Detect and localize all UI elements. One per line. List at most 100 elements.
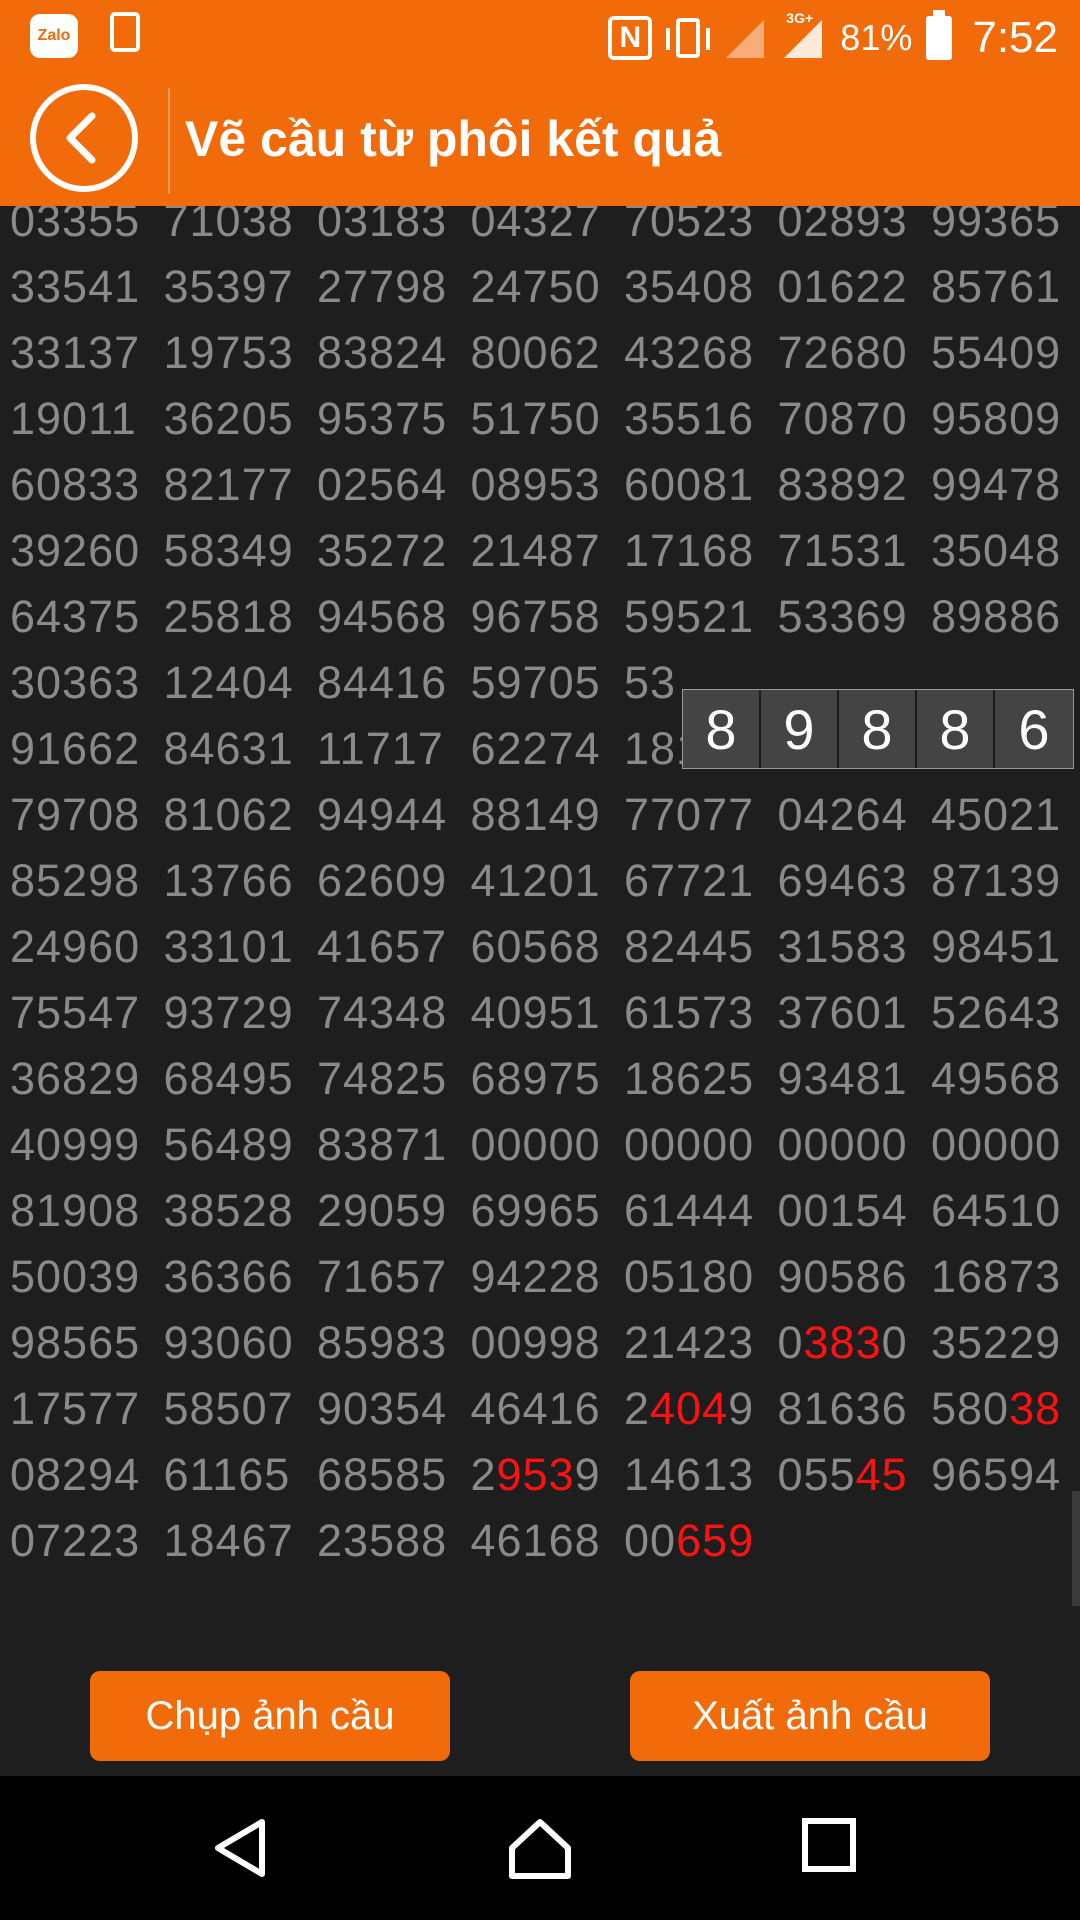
grid-cell[interactable]: 21423 xyxy=(624,1310,774,1376)
grid-cell[interactable]: 93481 xyxy=(778,1046,928,1112)
grid-cell[interactable]: 31583 xyxy=(778,914,928,980)
grid-cell[interactable]: 79708 xyxy=(10,782,160,848)
grid-cell[interactable]: 00998 xyxy=(471,1310,621,1376)
grid-cell[interactable]: 40951 xyxy=(471,980,621,1046)
grid-cell[interactable]: 83892 xyxy=(778,452,928,518)
grid-cell[interactable]: 77077 xyxy=(624,782,774,848)
grid-cell[interactable]: 43268 xyxy=(624,320,774,386)
grid-cell[interactable]: 08294 xyxy=(10,1442,160,1508)
grid-cell[interactable]: 99365 xyxy=(931,206,1080,254)
grid-cell[interactable]: 60833 xyxy=(10,452,160,518)
scrollbar[interactable] xyxy=(1072,1491,1080,1606)
grid-cell[interactable]: 36829 xyxy=(10,1046,160,1112)
grid-cell[interactable]: 14613 xyxy=(624,1442,774,1508)
grid-cell[interactable]: 71657 xyxy=(317,1244,467,1310)
grid-cell[interactable]: 61573 xyxy=(624,980,774,1046)
grid-cell[interactable]: 17577 xyxy=(10,1376,160,1442)
nav-back-icon[interactable] xyxy=(210,1816,270,1880)
grid-cell[interactable]: 90586 xyxy=(778,1244,928,1310)
grid-cell[interactable]: 80062 xyxy=(471,320,621,386)
grid-cell[interactable]: 70523 xyxy=(624,206,774,254)
grid-cell[interactable]: 33137 xyxy=(10,320,160,386)
grid-cell[interactable]: 83871 xyxy=(317,1112,467,1178)
grid-cell[interactable]: 24049 xyxy=(624,1376,774,1442)
grid-cell[interactable]: 96594 xyxy=(931,1442,1080,1508)
grid-cell[interactable]: 04264 xyxy=(778,782,928,848)
grid-cell[interactable]: 27798 xyxy=(317,254,467,320)
grid-cell[interactable]: 81908 xyxy=(10,1178,160,1244)
grid-cell[interactable]: 62274 xyxy=(471,716,621,782)
grid-cell[interactable]: 46168 xyxy=(471,1508,621,1574)
grid-cell[interactable]: 00000 xyxy=(624,1112,774,1178)
grid-cell[interactable]: 94228 xyxy=(471,1244,621,1310)
grid-cell[interactable]: 19753 xyxy=(164,320,314,386)
grid-cell[interactable]: 68585 xyxy=(317,1442,467,1508)
grid-cell[interactable]: 38528 xyxy=(164,1178,314,1244)
grid-cell[interactable]: 88149 xyxy=(471,782,621,848)
grid-cell[interactable]: 41657 xyxy=(317,914,467,980)
grid-cell[interactable]: 03183 xyxy=(317,206,467,254)
grid-cell[interactable]: 00000 xyxy=(778,1112,928,1178)
grid-cell[interactable]: 74348 xyxy=(317,980,467,1046)
grid-cell[interactable]: 02564 xyxy=(317,452,467,518)
grid-cell[interactable]: 90354 xyxy=(317,1376,467,1442)
grid-cell[interactable]: 68975 xyxy=(471,1046,621,1112)
back-button[interactable] xyxy=(30,84,138,192)
grid-cell[interactable]: 17168 xyxy=(624,518,774,584)
grid-cell[interactable]: 60081 xyxy=(624,452,774,518)
grid-cell[interactable]: 89886 xyxy=(931,584,1080,650)
grid-cell[interactable]: 13766 xyxy=(164,848,314,914)
grid-cell[interactable]: 02893 xyxy=(778,206,928,254)
grid-cell[interactable]: 33101 xyxy=(164,914,314,980)
grid-cell[interactable]: 98451 xyxy=(931,914,1080,980)
grid-cell[interactable]: 23588 xyxy=(317,1508,467,1574)
grid-cell[interactable]: 35048 xyxy=(931,518,1080,584)
grid-cell[interactable]: 68495 xyxy=(164,1046,314,1112)
grid-cell[interactable]: 19011 xyxy=(10,386,160,452)
grid-cell[interactable]: 39260 xyxy=(10,518,160,584)
grid-cell[interactable]: 81062 xyxy=(164,782,314,848)
grid-cell[interactable]: 03830 xyxy=(778,1310,928,1376)
grid-cell[interactable]: 35516 xyxy=(624,386,774,452)
grid-cell[interactable]: 99478 xyxy=(931,452,1080,518)
overlay-digit[interactable]: 9 xyxy=(761,690,839,768)
grid-cell[interactable]: 25818 xyxy=(164,584,314,650)
grid-cell[interactable]: 08953 xyxy=(471,452,621,518)
grid-cell[interactable]: 93729 xyxy=(164,980,314,1046)
grid-cell[interactable]: 61165 xyxy=(164,1442,314,1508)
grid-cell[interactable]: 52643 xyxy=(931,980,1080,1046)
overlay-digit[interactable]: 8 xyxy=(683,690,761,768)
grid-cell[interactable]: 35272 xyxy=(317,518,467,584)
grid-cell[interactable]: 35229 xyxy=(931,1310,1080,1376)
grid-cell[interactable]: 30363 xyxy=(10,650,160,716)
grid-cell[interactable]: 67721 xyxy=(624,848,774,914)
grid-cell[interactable]: 00154 xyxy=(778,1178,928,1244)
grid-cell[interactable]: 33541 xyxy=(10,254,160,320)
grid-cell[interactable]: 58038 xyxy=(931,1376,1080,1442)
grid-cell[interactable]: 95809 xyxy=(931,386,1080,452)
grid-cell[interactable]: 03355 xyxy=(10,206,160,254)
grid-cell[interactable]: 56489 xyxy=(164,1112,314,1178)
grid-cell[interactable]: 12404 xyxy=(164,650,314,716)
grid-cell[interactable]: 87139 xyxy=(931,848,1080,914)
grid-cell[interactable]: 36205 xyxy=(164,386,314,452)
overlay-digit[interactable]: 8 xyxy=(917,690,995,768)
grid-cell[interactable]: 84631 xyxy=(164,716,314,782)
grid-cell[interactable]: 24960 xyxy=(10,914,160,980)
grid-cell[interactable]: 72680 xyxy=(778,320,928,386)
grid-cell[interactable]: 18625 xyxy=(624,1046,774,1112)
grid-cell[interactable]: 21487 xyxy=(471,518,621,584)
grid-cell[interactable]: 60568 xyxy=(471,914,621,980)
grid-cell[interactable]: 83824 xyxy=(317,320,467,386)
grid-cell[interactable]: 69965 xyxy=(471,1178,621,1244)
grid-cell[interactable]: 93060 xyxy=(164,1310,314,1376)
grid-cell[interactable]: 07223 xyxy=(10,1508,160,1574)
grid-cell[interactable]: 59705 xyxy=(471,650,621,716)
grid-cell[interactable]: 53369 xyxy=(778,584,928,650)
grid-cell[interactable]: 69463 xyxy=(778,848,928,914)
grid-cell[interactable]: 16873 xyxy=(931,1244,1080,1310)
digit-overlay[interactable]: 89886 xyxy=(682,689,1074,769)
grid-cell[interactable]: 58349 xyxy=(164,518,314,584)
grid-cell[interactable]: 29539 xyxy=(471,1442,621,1508)
grid-cell[interactable]: 64510 xyxy=(931,1178,1080,1244)
